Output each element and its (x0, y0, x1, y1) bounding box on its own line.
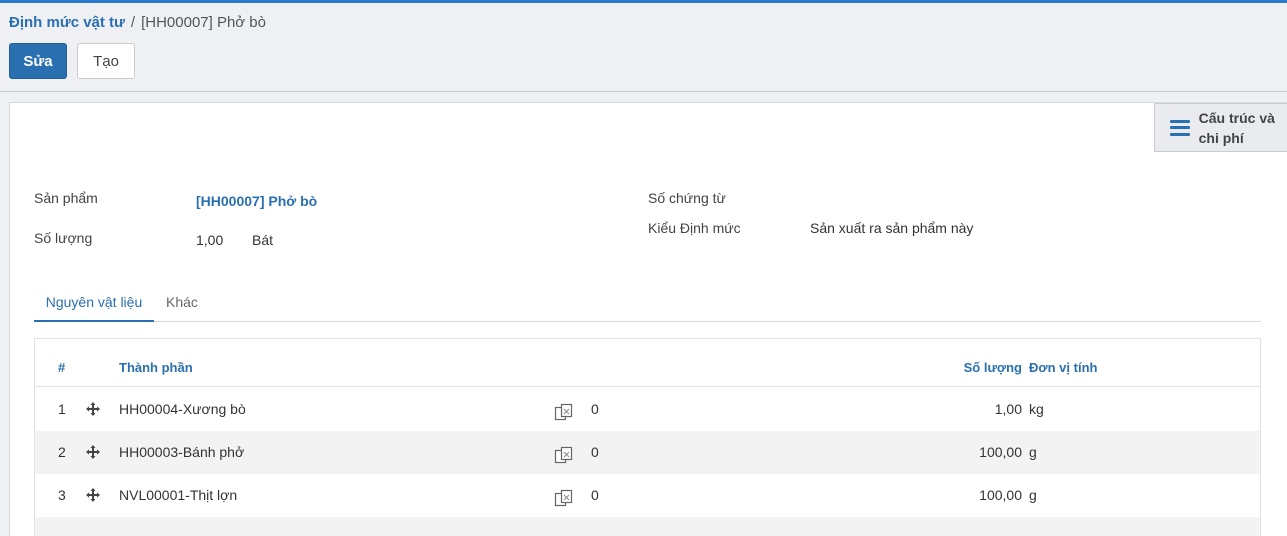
doc-number-label: Số chứng từ (648, 190, 726, 206)
row-component: NVL00001-Thịt lợn (119, 487, 238, 503)
table-row-partial (35, 517, 1260, 536)
row-component: HH00003-Bánh phở (119, 444, 245, 460)
row-unit: g (1029, 487, 1037, 503)
notebook-tabs: Nguyên vật liệu Khác (34, 284, 1261, 322)
breadcrumb: Định mức vật tư / [HH00007] Phở bò (9, 14, 266, 31)
product-label: Sản phẩm (34, 190, 98, 206)
table-row[interactable]: 2 HH00003-Bánh phở 0 100,00 g (35, 431, 1260, 474)
row-unit: kg (1029, 401, 1044, 417)
tab-other[interactable]: Khác (166, 284, 198, 322)
row-extra-value: 0 (591, 444, 599, 460)
menu-icon (1170, 119, 1190, 136)
copy-icon[interactable] (554, 446, 574, 464)
edit-button[interactable]: Sửa (9, 43, 67, 79)
structure-cost-button[interactable]: Cấu trúc và chi phí (1154, 103, 1287, 152)
breadcrumb-current: [HH00007] Phở bò (141, 14, 266, 31)
row-component: HH00004-Xương bò (119, 401, 246, 417)
structure-cost-label-line1: Cấu trúc và (1198, 109, 1275, 126)
structure-cost-label: Cấu trúc và chi phí (1199, 108, 1287, 148)
product-link[interactable]: [HH00007] Phở bò (196, 193, 317, 209)
quantity-value: 1,00 (196, 232, 224, 248)
components-table: # Thành phần Số lượng Đơn vị tính 1 HH00… (34, 338, 1261, 536)
quantity-unit: Bát (252, 232, 274, 248)
row-quantity: 1,00 (994, 401, 1022, 417)
header-number[interactable]: # (58, 360, 65, 375)
copy-icon[interactable] (554, 403, 574, 421)
drag-handle-icon[interactable] (85, 487, 101, 503)
header-quantity[interactable]: Số lượng (964, 360, 1022, 375)
copy-icon[interactable] (554, 489, 574, 507)
bom-type-label: Kiểu Định mức (648, 220, 741, 236)
tab-materials[interactable]: Nguyên vật liệu (34, 284, 154, 322)
row-extra-value: 0 (591, 487, 599, 503)
table-row[interactable]: 3 NVL00001-Thịt lợn 0 100,00 g (35, 474, 1260, 517)
create-button[interactable]: Tạo (77, 43, 135, 79)
structure-cost-label-line2: chi phí (1198, 129, 1244, 146)
row-quantity: 100,00 (979, 444, 1022, 460)
row-unit: g (1029, 444, 1037, 460)
control-panel-divider (0, 91, 1287, 92)
top-accent-line (0, 0, 1287, 3)
header-component[interactable]: Thành phần (119, 360, 193, 375)
row-number: 3 (58, 487, 66, 503)
row-quantity: 100,00 (979, 487, 1022, 503)
header-unit[interactable]: Đơn vị tính (1029, 360, 1097, 375)
breadcrumb-parent-link[interactable]: Định mức vật tư (9, 14, 125, 31)
breadcrumb-separator: / (130, 14, 136, 31)
row-number: 2 (58, 444, 66, 460)
drag-handle-icon[interactable] (85, 401, 101, 417)
bom-type-value: Sản xuất ra sản phẩm này (810, 220, 974, 236)
quantity-label: Số lượng (34, 230, 93, 246)
drag-handle-icon[interactable] (85, 444, 101, 460)
row-number: 1 (58, 401, 66, 417)
row-extra-value: 0 (591, 401, 599, 417)
table-row[interactable]: 1 HH00004-Xương bò 0 1,00 kg (35, 388, 1260, 431)
table-header: # Thành phần Số lượng Đơn vị tính (35, 339, 1260, 387)
